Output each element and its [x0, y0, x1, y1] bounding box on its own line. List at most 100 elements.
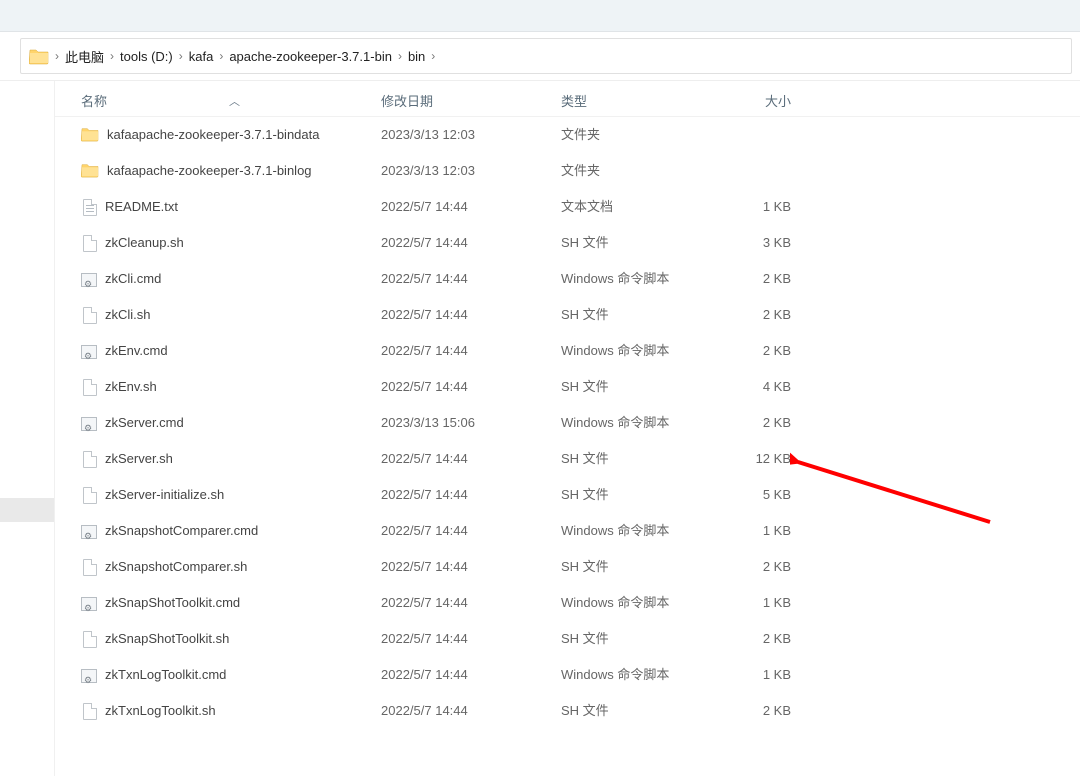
- column-header-type[interactable]: 类型: [561, 91, 711, 110]
- file-row[interactable]: zkEnv.sh2022/5/7 14:44SH 文件4 KB: [55, 369, 1080, 405]
- file-name-cell: README.txt: [81, 196, 381, 218]
- file-size-cell: 2 KB: [711, 700, 791, 722]
- file-size-cell: 2 KB: [711, 412, 791, 434]
- file-date-cell: 2023/3/13 12:03: [381, 160, 561, 182]
- file-name-cell: kafaapache-zookeeper-3.7.1-bindata: [81, 124, 381, 146]
- file-name-label: zkCleanup.sh: [105, 232, 184, 254]
- file-icon: [83, 235, 97, 252]
- file-name-cell: zkCli.sh: [81, 304, 381, 326]
- address-box[interactable]: › 此电脑 › tools (D:) › kafa › apache-zooke…: [20, 38, 1072, 74]
- file-icon: [83, 559, 97, 576]
- file-row[interactable]: zkServer.sh2022/5/7 14:44SH 文件12 KB: [55, 441, 1080, 477]
- cmd-file-icon: [81, 273, 97, 287]
- file-name-cell: zkSnapShotToolkit.sh: [81, 628, 381, 650]
- file-date-cell: 2022/5/7 14:44: [381, 232, 561, 254]
- file-type-cell: SH 文件: [561, 484, 711, 506]
- file-date-cell: 2023/3/13 12:03: [381, 124, 561, 146]
- file-size-cell: 4 KB: [711, 376, 791, 398]
- main-area: ) 名称 ︿ 修改日期 类型 大小 kafaapache-zookeeper-3…: [0, 81, 1080, 776]
- breadcrumb-item[interactable]: bin: [408, 49, 425, 64]
- file-name-cell: zkSnapshotComparer.sh: [81, 556, 381, 578]
- file-size-cell: 12 KB: [711, 448, 791, 470]
- cmd-file-icon: [81, 669, 97, 683]
- file-size-cell: 1 KB: [711, 520, 791, 542]
- file-name-cell: zkCleanup.sh: [81, 232, 381, 254]
- file-size-cell: 1 KB: [711, 664, 791, 686]
- file-row[interactable]: zkCli.sh2022/5/7 14:44SH 文件2 KB: [55, 297, 1080, 333]
- file-type-cell: SH 文件: [561, 700, 711, 722]
- breadcrumb-item[interactable]: apache-zookeeper-3.7.1-bin: [229, 49, 392, 64]
- file-date-cell: 2022/5/7 14:44: [381, 520, 561, 542]
- file-row[interactable]: zkSnapshotComparer.cmd 2022/5/7 14:44Wind…: [55, 513, 1080, 549]
- file-row[interactable]: zkCleanup.sh2022/5/7 14:44SH 文件3 KB: [55, 225, 1080, 261]
- breadcrumb-item[interactable]: tools (D:): [120, 49, 173, 64]
- file-row[interactable]: zkCli.cmd2022/5/7 14:44Windows 命令脚本2 KB: [55, 261, 1080, 297]
- chevron-right-icon: ›: [398, 49, 402, 63]
- sidebar: ): [0, 81, 55, 776]
- file-size-cell: 2 KB: [711, 340, 791, 362]
- file-row[interactable]: zkTxnLogToolkit.sh2022/5/7 14:44SH 文件2 K…: [55, 693, 1080, 729]
- folder-icon: [81, 162, 99, 180]
- file-row[interactable]: zkTxnLogToolkit.cmd2022/5/7 14:44Windows…: [55, 657, 1080, 693]
- file-row[interactable]: zkEnv.cmd2022/5/7 14:44Windows 命令脚本2 KB: [55, 333, 1080, 369]
- file-size-cell: 5 KB: [711, 484, 791, 506]
- file-icon: [83, 703, 97, 720]
- breadcrumb-item[interactable]: 此电脑: [65, 47, 104, 66]
- file-name-cell: zkServer.cmd: [81, 412, 381, 434]
- file-row[interactable]: zkSnapShotToolkit.sh 2022/5/7 14:44SH 文件2…: [55, 621, 1080, 657]
- file-date-cell: 2022/5/7 14:44: [381, 484, 561, 506]
- window-titlebar: [0, 0, 1080, 32]
- cmd-file-icon: [81, 417, 97, 431]
- file-name-label: zkCli.cmd: [105, 268, 161, 290]
- column-header-size[interactable]: 大小: [711, 91, 791, 110]
- file-size-cell: 2 KB: [711, 628, 791, 650]
- column-header-date[interactable]: 修改日期: [381, 91, 561, 110]
- file-date-cell: 2022/5/7 14:44: [381, 628, 561, 650]
- file-row[interactable]: kafaapache-zookeeper-3.7.1-bindata2023/3…: [55, 117, 1080, 153]
- file-size-cell: 2 KB: [711, 268, 791, 290]
- file-type-cell: Windows 命令脚本: [561, 520, 711, 542]
- sort-asc-icon: ︿: [229, 93, 240, 109]
- file-row[interactable]: zkServer.cmd2023/3/13 15:06Windows 命令脚本2…: [55, 405, 1080, 441]
- file-type-cell: SH 文件: [561, 628, 711, 650]
- cmd-file-icon: [81, 525, 97, 539]
- file-type-cell: SH 文件: [561, 376, 711, 398]
- file-date-cell: 2022/5/7 14:44: [381, 196, 561, 218]
- file-row[interactable]: zkSnapShotToolkit.cmd2022/5/7 14:44Windo…: [55, 585, 1080, 621]
- file-name-label: zkEnv.sh: [105, 376, 157, 398]
- file-name-label: zkServer.cmd: [105, 412, 184, 434]
- file-name-label: zkEnv.cmd: [105, 340, 168, 362]
- file-name-cell: zkSnapShotToolkit.cmd: [81, 592, 381, 614]
- file-row[interactable]: zkSnapshotComparer.sh2022/5/7 14:44SH 文件…: [55, 549, 1080, 585]
- chevron-right-icon: ›: [55, 49, 59, 63]
- file-list-panel: 名称 ︿ 修改日期 类型 大小 kafaapache-zookeeper-3.7…: [55, 81, 1080, 776]
- file-row[interactable]: kafaapache-zookeeper-3.7.1-binlog 2023/3/…: [55, 153, 1080, 189]
- file-name-cell: zkTxnLogToolkit.sh: [81, 700, 381, 722]
- file-name-label: zkSnapshotComparer.cmd: [105, 520, 258, 542]
- column-header-name[interactable]: 名称 ︿: [81, 91, 381, 110]
- breadcrumb-item[interactable]: kafa: [189, 49, 214, 64]
- file-name-label: zkServer-initialize.sh: [105, 484, 224, 506]
- file-type-cell: 文本文档: [561, 196, 711, 218]
- file-type-cell: Windows 命令脚本: [561, 412, 711, 434]
- file-type-cell: SH 文件: [561, 232, 711, 254]
- file-type-cell: SH 文件: [561, 556, 711, 578]
- file-icon: [83, 307, 97, 324]
- file-name-cell: zkTxnLogToolkit.cmd: [81, 664, 381, 686]
- file-date-cell: 2022/5/7 14:44: [381, 592, 561, 614]
- file-row[interactable]: README.txt2022/5/7 14:44文本文档1 KB: [55, 189, 1080, 225]
- sidebar-item-active[interactable]: [0, 498, 54, 522]
- file-size-cell: 1 KB: [711, 196, 791, 218]
- file-icon: [83, 487, 97, 504]
- file-name-label: kafaapache-zookeeper-3.7.1-binlog: [107, 160, 312, 182]
- file-icon: [83, 451, 97, 468]
- file-row[interactable]: zkServer-initialize.sh 2022/5/7 14:44SH 文…: [55, 477, 1080, 513]
- file-name-label: zkSnapShotToolkit.sh: [105, 628, 229, 650]
- chevron-right-icon: ›: [179, 49, 183, 63]
- file-name-cell: kafaapache-zookeeper-3.7.1-binlog: [81, 160, 381, 182]
- file-name-label: zkCli.sh: [105, 304, 151, 326]
- file-icon: [83, 379, 97, 396]
- file-date-cell: 2022/5/7 14:44: [381, 340, 561, 362]
- file-date-cell: 2022/5/7 14:44: [381, 664, 561, 686]
- chevron-right-icon: ›: [431, 49, 435, 63]
